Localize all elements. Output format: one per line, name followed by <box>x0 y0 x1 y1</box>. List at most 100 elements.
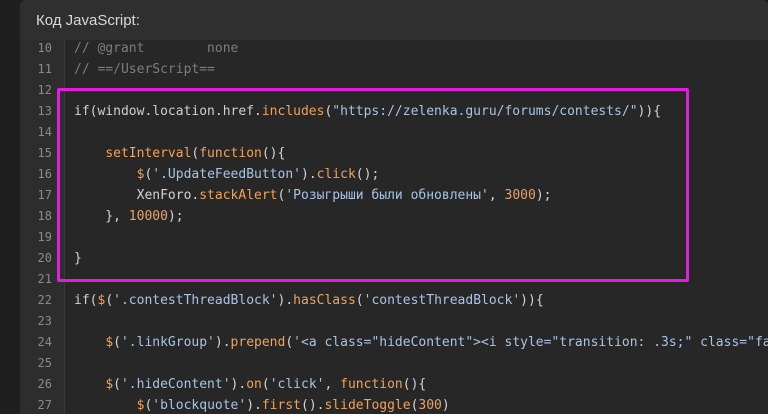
code-token: '.linkGroup' <box>120 335 215 350</box>
code-token: ( <box>285 335 294 350</box>
line-source: $('.hideContent').on('click', function()… <box>74 374 426 395</box>
code-token: ); <box>167 209 184 224</box>
code-line: 27 $('blockquote').first().slideToggle(3… <box>20 395 768 414</box>
code-token: on <box>246 377 262 392</box>
line-source: $('.UpdateFeedButton').click(); <box>74 164 380 185</box>
code-token: ) <box>441 398 450 413</box>
code-token: 10000 <box>128 209 168 224</box>
code-token: ); <box>535 188 552 203</box>
code-token: '.contestThreadBlock' <box>113 293 278 308</box>
code-token: "https://zelenka.guru/forums/contests/" <box>332 104 638 119</box>
code-token: , <box>488 188 505 203</box>
code-token: 'Розыгрыши были обновлены' <box>285 188 489 203</box>
code-token: 'blockquote' <box>152 398 247 413</box>
code-token: includes <box>261 104 325 119</box>
line-number: 13 <box>37 104 52 118</box>
code-token: 'contestThreadBlock' <box>363 293 521 308</box>
line-number: 18 <box>37 209 52 223</box>
code-line: 15 setInterval(function(){ <box>20 143 768 164</box>
line-source: setInterval(function(){ <box>74 143 285 164</box>
line-number: 19 <box>37 230 52 244</box>
code-token: click <box>316 167 356 182</box>
code-line: 13 if(window.location.href.includes("http… <box>20 101 768 122</box>
line-number: 21 <box>37 272 52 286</box>
code-token: stackAlert <box>199 188 278 203</box>
code-token: 'click' <box>269 377 325 392</box>
code-line: 23 <box>20 311 768 332</box>
code-token: prepend <box>230 335 286 350</box>
line-number: 11 <box>37 62 52 76</box>
code-token: $ <box>105 377 114 392</box>
line-source: if(window.location.href.includes("https:… <box>74 101 661 122</box>
code-line: 26 $('.hideContent').on('click', functio… <box>20 374 768 395</box>
code-token: '.hideContent' <box>120 377 231 392</box>
code-token: ( <box>355 293 364 308</box>
code-token: ). <box>301 167 317 182</box>
code-token: )){ <box>520 293 544 308</box>
code-token: function <box>340 377 403 392</box>
code-token: ( <box>261 377 270 392</box>
code-line: 22 if($('.contestThreadBlock').hasClass('… <box>20 290 768 311</box>
code-line: 14 <box>20 122 768 143</box>
code-token: )){ <box>637 104 662 119</box>
code-token: (); <box>355 167 380 182</box>
line-source: XenForo.stackAlert('Розыгрыши были обнов… <box>74 185 552 206</box>
line-source: } <box>74 248 82 269</box>
line-source: if($('.contestThreadBlock').hasClass('co… <box>74 290 544 311</box>
code-line: 19 <box>20 227 768 248</box>
code-block-header: Код JavaScript: <box>20 0 768 40</box>
code-line: 24 $('.linkGroup').prepend('<a class="hi… <box>20 332 768 353</box>
line-number: 25 <box>37 356 52 370</box>
line-number: 10 <box>37 41 52 55</box>
code-token: hasClass <box>293 293 356 308</box>
code-token: ( <box>113 335 121 350</box>
code-line: 12 <box>20 80 768 101</box>
code-token: (){ <box>402 377 427 392</box>
code-token: slideToggle <box>324 398 411 413</box>
line-number: 22 <box>37 293 52 307</box>
code-token: } <box>74 251 82 266</box>
code-line: 20} <box>20 248 768 269</box>
code-token: 300 <box>418 398 442 413</box>
line-source: // @grant none <box>74 40 238 59</box>
code-line: 25 <box>20 353 768 374</box>
line-number: 17 <box>37 188 52 202</box>
line-source: $('.linkGroup').prepend('<a class="hideC… <box>74 332 768 353</box>
code-token: XenForo. <box>74 188 200 203</box>
line-number: 15 <box>37 146 52 160</box>
line-number: 27 <box>37 398 52 412</box>
code-line: 18 }, 10000); <box>20 206 768 227</box>
code-token: ( <box>105 293 114 308</box>
code-token: (){ <box>261 146 286 161</box>
line-source: // ==/UserScript== <box>74 59 215 80</box>
code-token: // ==/UserScript== <box>74 62 215 77</box>
code-token: ). <box>230 377 247 392</box>
code-token: $ <box>105 335 114 350</box>
line-source: $('blockquote').first().slideToggle(300) <box>74 395 450 414</box>
code-token: ( <box>113 377 121 392</box>
code-token: }, <box>74 209 129 224</box>
line-number: 12 <box>37 83 52 97</box>
code-token: if( <box>74 293 98 308</box>
code-token: setInterval <box>105 146 192 161</box>
code-token: 3000 <box>504 188 536 203</box>
code-token: '.UpdateFeedButton' <box>152 167 301 182</box>
line-number: 26 <box>37 377 52 391</box>
code-token: '<a class="hideContent"><i style="transi… <box>293 335 768 350</box>
code-line: 21 <box>20 269 768 290</box>
line-source: }, 10000); <box>74 206 184 227</box>
line-number: 20 <box>37 251 52 265</box>
line-number: 16 <box>37 167 52 181</box>
code-token: , <box>324 377 341 392</box>
code-token: // @grant none <box>74 41 239 56</box>
code-token: function <box>199 146 262 161</box>
code-line: 10 // @grant none <box>20 40 768 59</box>
code-token: (). <box>301 398 325 413</box>
line-number: 23 <box>37 314 52 328</box>
code-viewer[interactable]: 10 // @grant none 11 // ==/UserScript== 12 13… <box>20 40 768 414</box>
code-block-title: Код JavaScript: <box>36 12 140 29</box>
code-token: ). <box>277 293 294 308</box>
